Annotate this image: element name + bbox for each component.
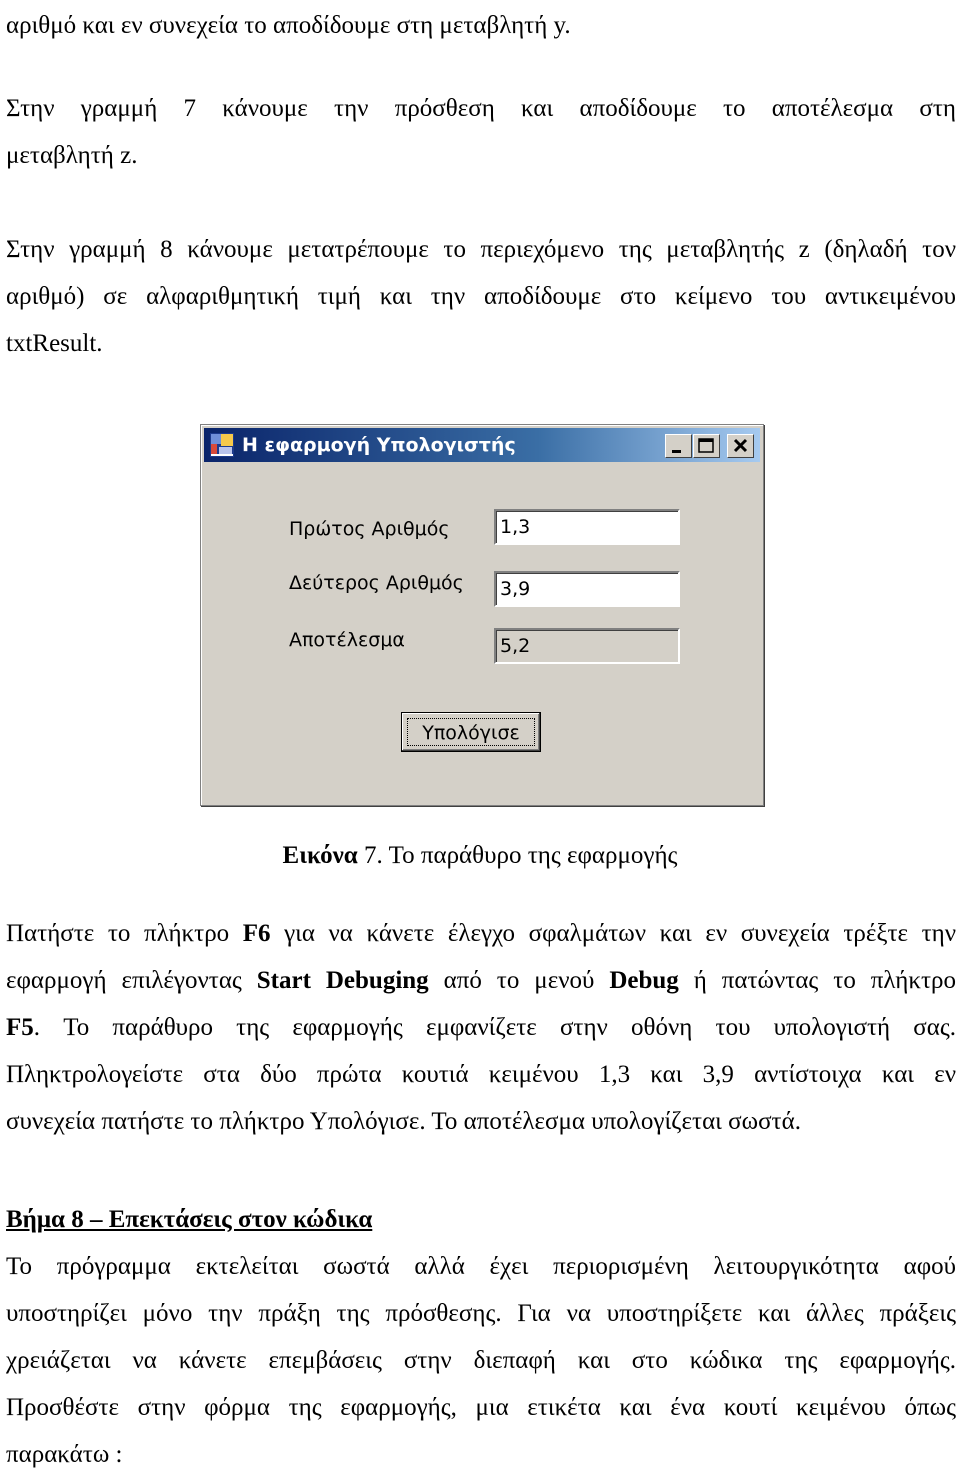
text-line: txtResult.: [6, 330, 103, 357]
first-number-input[interactable]: 1,3: [494, 509, 680, 545]
text-line: αριθμό και εν συνεχεία το αποδίδουμε στη…: [6, 12, 571, 39]
close-button[interactable]: [727, 434, 754, 458]
label-first-number: Πρώτος Αριθμός: [289, 518, 450, 540]
text-line: μεταβλητή z.: [6, 142, 138, 169]
text-line: Το πρόγραμμα εκτελείται σωστά αλλά έχει …: [6, 1253, 956, 1280]
text-run: για να κάνετε έλεγχο σφαλμάτων και εν συ…: [270, 920, 957, 947]
text-run: από το μενού: [428, 967, 610, 994]
text-line: εφαρμογή επιλέγοντας Start Debuging από …: [6, 957, 956, 1004]
maximize-icon: [698, 438, 714, 453]
caption-label: Εικόνα: [282, 842, 358, 869]
text-line: συνεχεία πατήστε το πλήκτρο Υπολόγισε. Τ…: [6, 1108, 801, 1135]
calculator-window: Η εφαρμογή Υπολογιστής Πρώτος Αριθμός 1,…: [200, 424, 764, 806]
text-run: . Το παράθυρο της εφαρμογής εμφανίζετε σ…: [33, 1014, 956, 1041]
paragraph-line8: Στην γραμμή 8 κάνουμε μετατρέπουμε το πε…: [6, 226, 956, 367]
paragraph-line7: Στην γραμμή 7 κάνουμε την πρόσθεση και α…: [6, 85, 956, 179]
label-result: Αποτέλεσμα: [289, 629, 405, 651]
second-number-input[interactable]: 3,9: [494, 571, 680, 607]
key-f6: F6: [242, 920, 271, 947]
caption-text: . Το παράθυρο της εφαρμογής: [376, 842, 678, 869]
minimize-icon: [672, 450, 681, 453]
paragraph-intro: αριθμό και εν συνεχεία το αποδίδουμε στη…: [6, 2, 956, 49]
calculate-button-label: Υπολόγισε: [407, 718, 535, 746]
text-line: F5. Το παράθυρο της εφαρμογής εμφανίζετε…: [6, 1004, 956, 1051]
text-line: Στην γραμμή 7 κάνουμε την πρόσθεση και α…: [6, 95, 956, 122]
app-form-icon: [210, 433, 234, 457]
text-line: Πληκτρολογείστε στα δύο πρώτα κουτιά κει…: [6, 1061, 956, 1088]
text-line: αριθμό) σε αλφαριθμητική τιμή και την απ…: [6, 283, 956, 310]
text-line: χρειάζεται να κάνετε επεμβάσεις στην διε…: [6, 1347, 956, 1374]
label-second-number: Δεύτερος Αριθμός: [289, 572, 464, 594]
text-line: Προσθέστε στην φόρμα της εφαρμογής, μια …: [6, 1394, 956, 1421]
text-run: εφαρμογή επιλέγοντας: [6, 967, 257, 994]
maximize-button[interactable]: [693, 434, 720, 458]
text-line: υποστηρίζει μόνο την πράξη της πρόσθεσης…: [6, 1300, 956, 1327]
menu-debug: Debug: [609, 967, 679, 994]
window-titlebar: Η εφαρμογή Υπολογιστής: [204, 428, 760, 462]
key-f5: F5: [6, 1014, 34, 1041]
calculate-button[interactable]: Υπολόγισε: [401, 712, 541, 752]
text-line: Πατήστε το πλήκτρο F6 για να κάνετε έλεγ…: [6, 910, 956, 957]
result-field[interactable]: 5,2: [494, 628, 680, 664]
text-run: Πατήστε το πλήκτρο: [6, 920, 243, 947]
close-icon: [733, 438, 748, 453]
minimize-button[interactable]: [665, 434, 692, 458]
menu-item-start-debugging: Start Debuging: [256, 967, 429, 994]
text-run: ή πατώντας το πλήκτρο: [678, 967, 956, 994]
caption-number: 7: [364, 842, 377, 869]
paragraph-run-instructions: Πατήστε το πλήκτρο F6 για να κάνετε έλεγ…: [6, 910, 956, 1145]
window-title: Η εφαρμογή Υπολογιστής: [242, 434, 516, 456]
section-heading: Βήμα 8 – Επεκτάσεις στον κώδικα: [6, 1206, 373, 1233]
text-line: Στην γραμμή 8 κάνουμε μετατρέπουμε το πε…: [6, 236, 956, 263]
paragraph-extensions: Το πρόγραμμα εκτελείται σωστά αλλά έχει …: [6, 1243, 956, 1478]
figure-caption: Εικόνα 7. Το παράθυρο της εφαρμογής: [0, 836, 960, 876]
